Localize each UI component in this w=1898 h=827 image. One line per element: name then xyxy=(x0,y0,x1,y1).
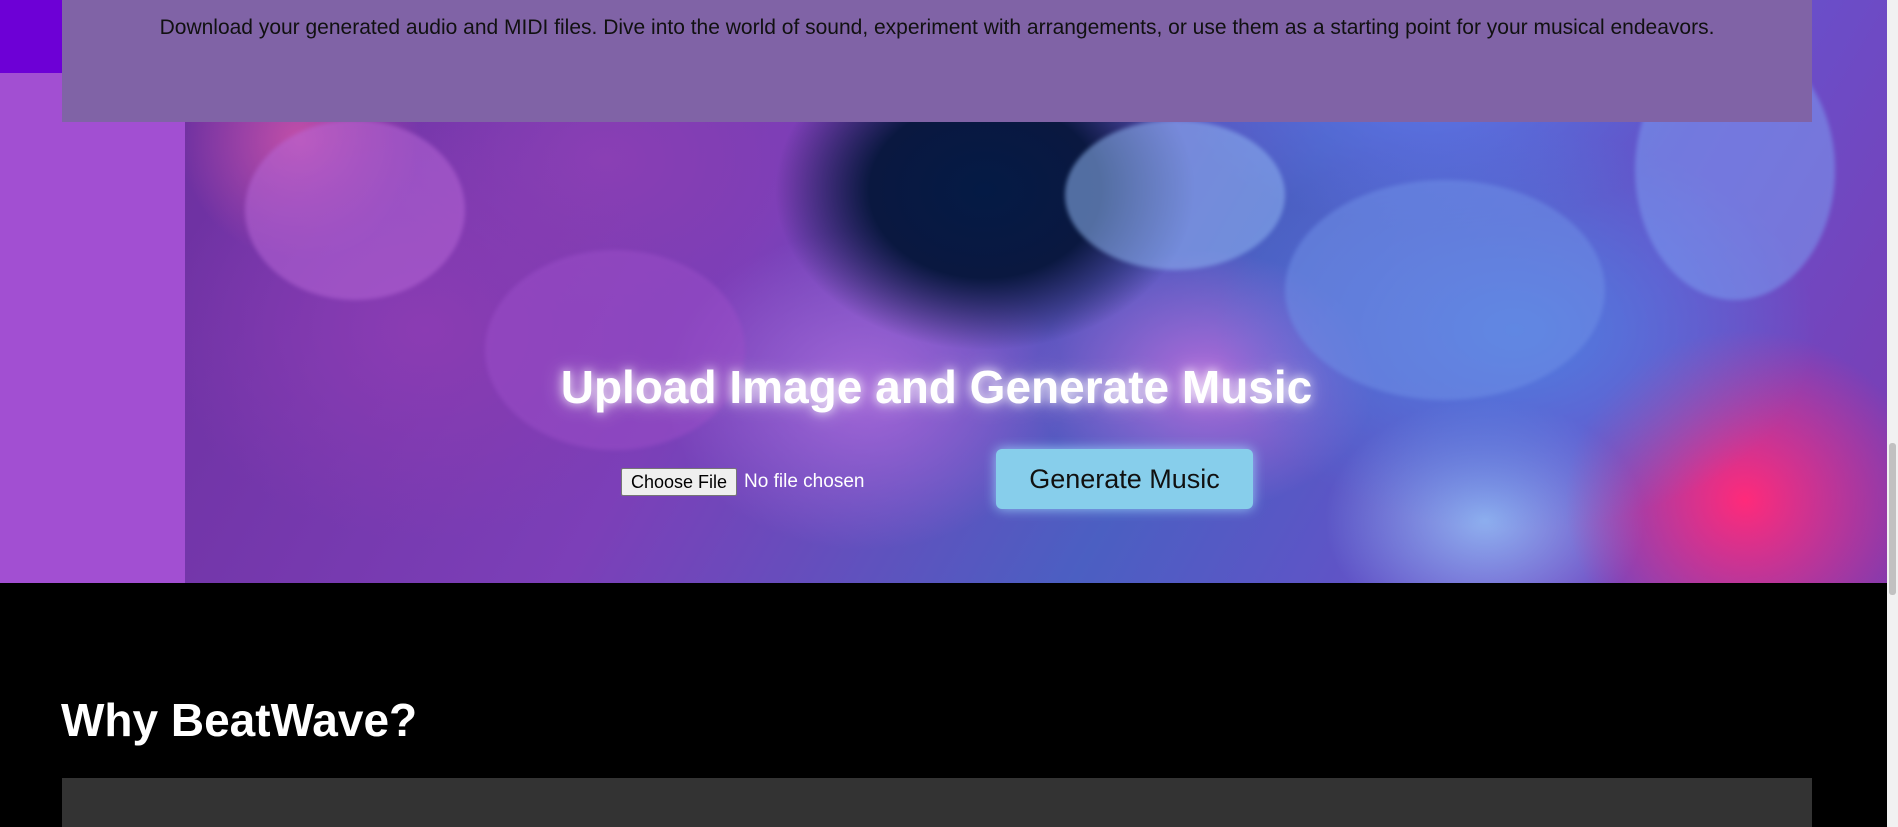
background-flower-image xyxy=(485,250,745,450)
scrollbar-thumb[interactable] xyxy=(1889,443,1896,595)
why-card xyxy=(62,778,1812,827)
generate-music-button[interactable]: Generate Music xyxy=(996,449,1253,509)
choose-file-button[interactable]: Choose File xyxy=(621,468,738,496)
download-info-box: Download your generated audio and MIDI f… xyxy=(62,0,1812,122)
page: Download your generated audio and MIDI f… xyxy=(0,0,1898,827)
page-scrollbar[interactable] xyxy=(1887,0,1898,827)
background-flower-image xyxy=(245,120,465,300)
why-title: Why BeatWave? xyxy=(61,694,418,746)
background-flower-image xyxy=(1065,120,1285,270)
why-section: Why BeatWave? xyxy=(0,583,1887,827)
upload-title: Upload Image and Generate Music xyxy=(560,361,1313,413)
side-band-accent xyxy=(0,0,62,73)
image-file-input[interactable]: Choose File No file chosen xyxy=(621,468,864,496)
file-status-text: No file chosen xyxy=(744,471,865,492)
download-info-text: Download your generated audio and MIDI f… xyxy=(159,16,1715,39)
